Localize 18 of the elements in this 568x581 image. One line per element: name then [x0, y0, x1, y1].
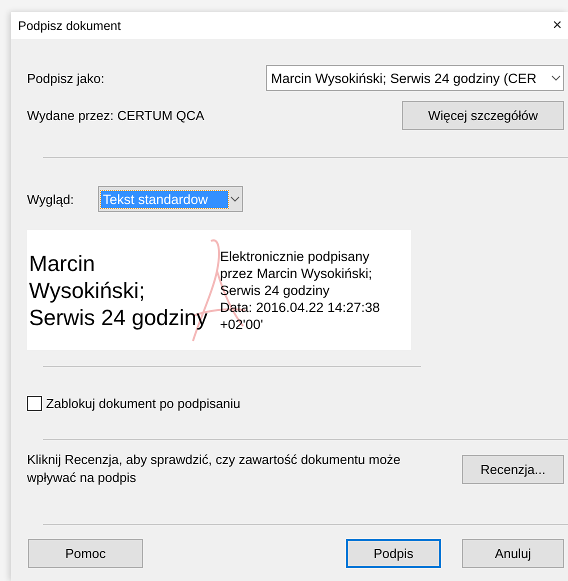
review-description: Kliknij Recenzja, aby sprawdzić, czy zawartość dokumentu może wpływać na podpis [27, 451, 402, 487]
chevron-down-icon [551, 75, 561, 81]
checkbox-label: Zablokuj dokument po podpisaniu [46, 396, 240, 410]
window-title: Podpisz dokument [18, 18, 121, 32]
review-button[interactable]: Recenzja... [462, 454, 564, 484]
lock-checkbox[interactable] [27, 396, 42, 410]
sign-button[interactable]: Podpis [346, 538, 441, 568]
details-button[interactable]: Więcej szczegółów [402, 100, 564, 130]
help-button[interactable]: Pomoc [28, 538, 143, 568]
issuer-text: Wydane przez: CERTUM QCA [27, 108, 204, 122]
chevron-down-icon [230, 196, 240, 202]
signer-dropdown[interactable]: Marcin Wysokiński; Serwis 24 godziny (CER [266, 65, 564, 91]
cancel-button[interactable]: Anuluj [462, 538, 564, 568]
field-label: Wygląd: [27, 192, 74, 206]
close-button[interactable]: × [552, 16, 562, 34]
field-label: Podpisz jako: [27, 70, 104, 86]
signature-details: Elektronicznie podpisany przez Marcin Wysokiński; Serwis 24 godziny Data: 2016.04.22 14:27:38 +02'00' [220, 248, 380, 332]
signer-name: Marcin Wysokiński; Serwis 24 godziny [29, 250, 209, 330]
